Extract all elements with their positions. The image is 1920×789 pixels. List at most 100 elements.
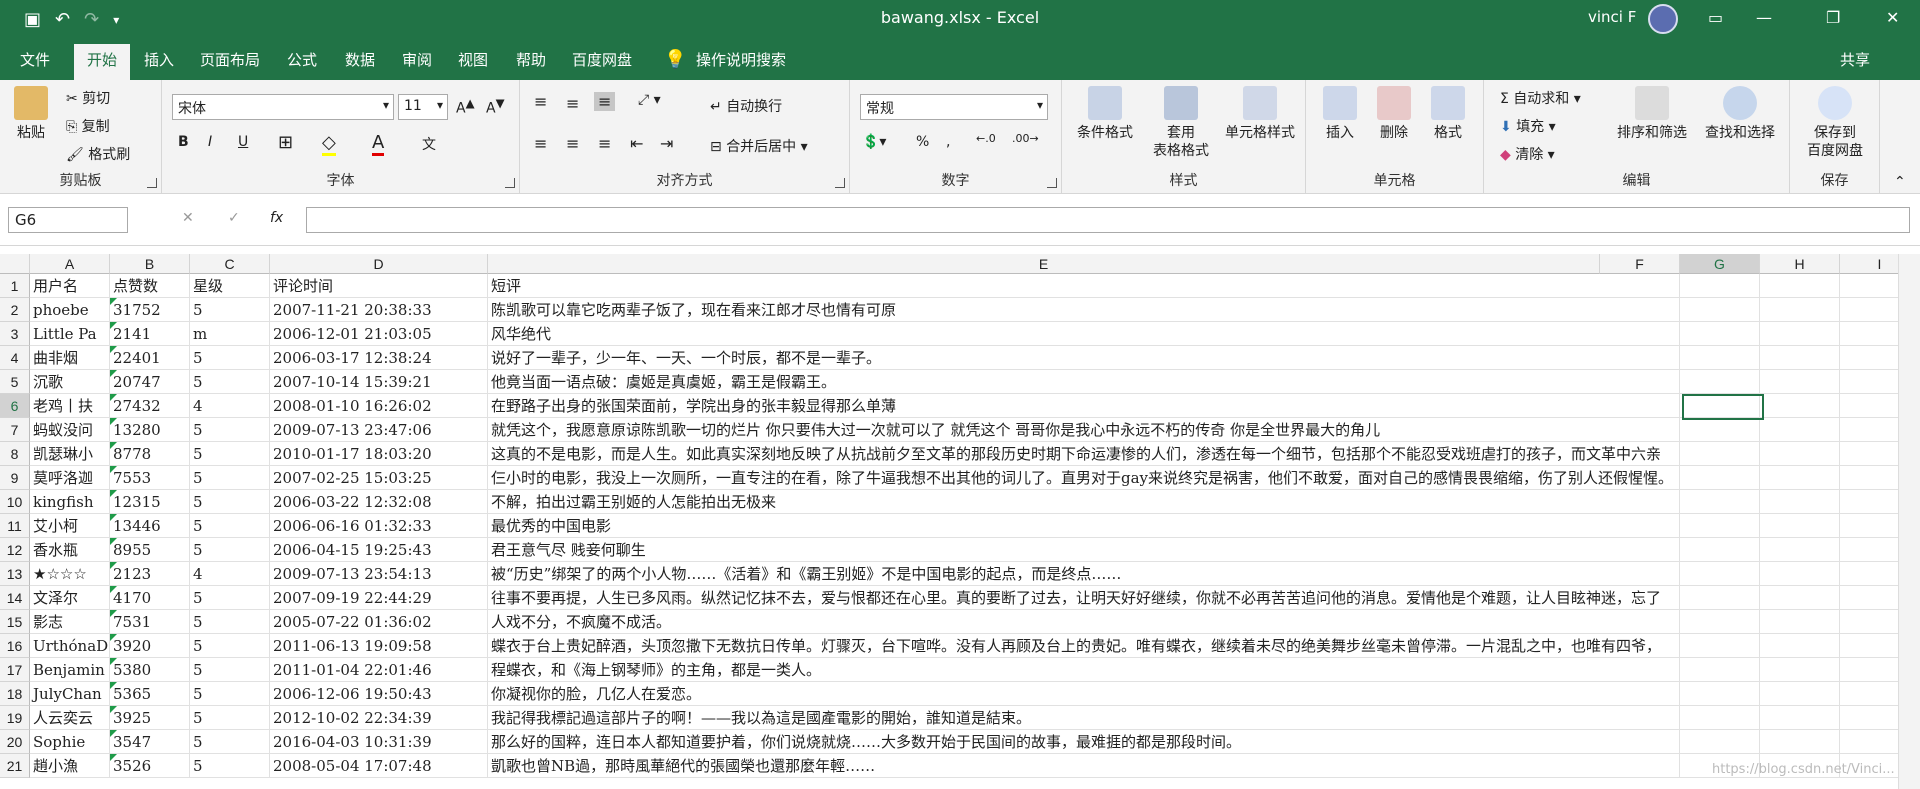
cell-C11[interactable]: 5	[190, 514, 270, 538]
cell-A19[interactable]: 人云奕云	[30, 706, 110, 730]
user-name[interactable]: vinci F	[1588, 8, 1636, 26]
cell-E9[interactable]: 仨小时的电影，我没上一次厕所，一直专注的在看，除了牛逼我想不出其他的词儿了。直男…	[488, 466, 1673, 490]
row-header[interactable]: 9	[0, 466, 30, 490]
cell-H3[interactable]	[1760, 322, 1840, 346]
cell-D12[interactable]: 2006-04-15 19:25:43	[270, 538, 488, 562]
cell-B3[interactable]: 2141	[110, 322, 190, 346]
format-as-table-button[interactable]: 套用 表格格式	[1144, 86, 1218, 160]
column-header-E[interactable]: E	[488, 254, 1600, 274]
cell-I9[interactable]	[1840, 466, 1898, 490]
border-icon[interactable]: ⊞	[278, 132, 293, 153]
column-header-I[interactable]: I	[1840, 254, 1898, 274]
share-button[interactable]: 共享	[1840, 50, 1870, 70]
cell-F21[interactable]	[1600, 754, 1680, 778]
format-cells-button[interactable]: 格式	[1422, 86, 1474, 142]
cell-C5[interactable]: 5	[190, 370, 270, 394]
cell-A14[interactable]: 文泽尔	[30, 586, 110, 610]
cell-H10[interactable]	[1760, 490, 1840, 514]
cell-C3[interactable]: m	[190, 322, 270, 346]
cell-G8[interactable]	[1680, 442, 1760, 466]
cell-B5[interactable]: 20747	[110, 370, 190, 394]
cell-D8[interactable]: 2010-01-17 18:03:20	[270, 442, 488, 466]
cell-F17[interactable]	[1600, 658, 1680, 682]
cell-F15[interactable]	[1600, 610, 1680, 634]
cell-B21[interactable]: 3526	[110, 754, 190, 778]
decrease-indent-icon[interactable]: ⇤	[630, 134, 643, 153]
cell-B14[interactable]: 4170	[110, 586, 190, 610]
cell-H16[interactable]	[1760, 634, 1840, 658]
cell-E21[interactable]: 凱歌也曾NB過，那時風華絕代的張國榮也還那麼年輕……	[488, 754, 1600, 778]
number-format-combo[interactable]: 常规	[860, 94, 1048, 120]
cell-G17[interactable]	[1680, 658, 1760, 682]
cell-G12[interactable]	[1680, 538, 1760, 562]
cell-G4[interactable]	[1680, 346, 1760, 370]
cell-I4[interactable]	[1840, 346, 1898, 370]
copy-button[interactable]: ⎘ 复制	[66, 116, 110, 136]
column-header-G[interactable]: G	[1680, 254, 1760, 274]
cell-H12[interactable]	[1760, 538, 1840, 562]
insert-cells-button[interactable]: 插入	[1314, 86, 1366, 142]
conditional-format-button[interactable]: 条件格式	[1068, 86, 1142, 142]
cell-H11[interactable]	[1760, 514, 1840, 538]
cell-F2[interactable]	[1600, 298, 1680, 322]
cell-B4[interactable]: 22401	[110, 346, 190, 370]
number-launcher-icon[interactable]	[1047, 178, 1057, 188]
bold-icon[interactable]: B	[178, 134, 189, 150]
cell-I7[interactable]	[1840, 418, 1898, 442]
cell-B19[interactable]: 3925	[110, 706, 190, 730]
column-header-A[interactable]: A	[30, 254, 110, 274]
tab-formulas[interactable]: 公式	[287, 50, 317, 70]
cell-I14[interactable]	[1840, 586, 1898, 610]
cell-A16[interactable]: UrthónaD	[30, 634, 110, 658]
row-header[interactable]: 14	[0, 586, 30, 610]
cell-F18[interactable]	[1600, 682, 1680, 706]
cell-I11[interactable]	[1840, 514, 1898, 538]
cell-D15[interactable]: 2005-07-22 01:36:02	[270, 610, 488, 634]
cell-H20[interactable]	[1760, 730, 1840, 754]
cell-I8[interactable]	[1840, 442, 1898, 466]
cell-A8[interactable]: 凯瑟琳小	[30, 442, 110, 466]
cell-B1[interactable]: 点赞数	[110, 274, 190, 298]
font-size-combo[interactable]: 11	[398, 94, 448, 120]
merge-center-button[interactable]: ⊟ 合并后居中 ▾	[710, 136, 808, 156]
cell-C15[interactable]: 5	[190, 610, 270, 634]
cell-D9[interactable]: 2007-02-25 15:03:25	[270, 466, 488, 490]
cell-A3[interactable]: Little Pa	[30, 322, 110, 346]
enter-icon[interactable]: ✓	[228, 210, 240, 226]
cell-A7[interactable]: 蚂蚁没问	[30, 418, 110, 442]
cell-G16[interactable]	[1680, 634, 1760, 658]
cell-I15[interactable]	[1840, 610, 1898, 634]
cell-G5[interactable]	[1680, 370, 1760, 394]
cell-H18[interactable]	[1760, 682, 1840, 706]
cell-D10[interactable]: 2006-03-22 12:32:08	[270, 490, 488, 514]
cell-G7[interactable]	[1680, 418, 1760, 442]
cell-F1[interactable]	[1600, 274, 1680, 298]
cell-I19[interactable]	[1840, 706, 1898, 730]
underline-icon[interactable]: U	[238, 134, 248, 150]
paste-button[interactable]: 粘贴	[10, 86, 52, 142]
cell-H7[interactable]	[1760, 418, 1840, 442]
tab-page-layout[interactable]: 页面布局	[200, 50, 260, 70]
cell-B13[interactable]: 2123	[110, 562, 190, 586]
cell-I20[interactable]	[1840, 730, 1898, 754]
cell-E11[interactable]: 最优秀的中国电影	[488, 514, 1600, 538]
top-align-icon[interactable]: ≡	[534, 92, 547, 111]
column-header-B[interactable]: B	[110, 254, 190, 274]
cell-D16[interactable]: 2011-06-13 19:09:58	[270, 634, 488, 658]
cell-E1[interactable]: 短评	[488, 274, 1600, 298]
cell-B11[interactable]: 13446	[110, 514, 190, 538]
cell-I6[interactable]	[1840, 394, 1898, 418]
bottom-align-icon[interactable]: ≡	[594, 92, 616, 111]
cell-E7[interactable]: 就凭这个，我愿意原谅陈凯歌一切的烂片 你只要伟大过一次就可以了 就凭这个 哥哥你…	[488, 418, 1600, 442]
cell-A15[interactable]: 影志	[30, 610, 110, 634]
cell-E13[interactable]: 被“历史”绑架了的两个小人物……《活着》和《霸王别姬》不是中国电影的起点，而是终…	[488, 562, 1600, 586]
cell-I5[interactable]	[1840, 370, 1898, 394]
cell-D1[interactable]: 评论时间	[270, 274, 488, 298]
cell-G9[interactable]	[1680, 466, 1760, 490]
row-header[interactable]: 12	[0, 538, 30, 562]
collapse-ribbon-icon[interactable]: ⌃	[1894, 174, 1906, 190]
select-all-corner[interactable]	[0, 254, 30, 274]
cell-F19[interactable]	[1600, 706, 1680, 730]
cell-C16[interactable]: 5	[190, 634, 270, 658]
cell-E14[interactable]: 往事不要再提，人生已多风雨。纵然记忆抹不去，爱与恨都还在心里。真的要断了过去，让…	[488, 586, 1661, 610]
